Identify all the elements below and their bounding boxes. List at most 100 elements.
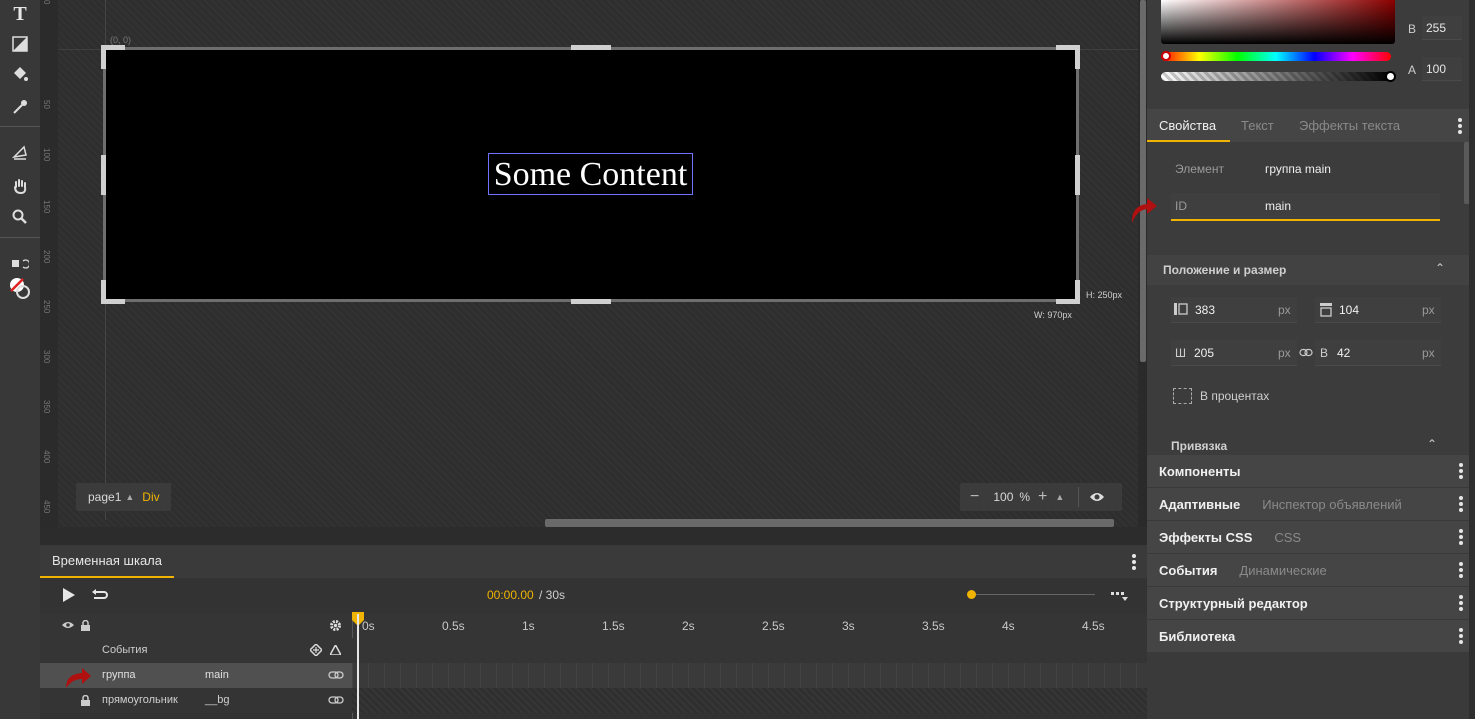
zoom-control: − 100 % + ▲	[960, 483, 1122, 511]
section-components[interactable]: Компоненты	[1147, 455, 1469, 488]
section-secondary-tab[interactable]: Динамические	[1239, 563, 1326, 578]
width-value[interactable]: 205	[1194, 346, 1214, 360]
track-rect[interactable]	[352, 688, 1147, 713]
timeline-zoom-slider[interactable]	[970, 594, 1095, 595]
tab-timeline[interactable]: Временная шкала	[40, 545, 174, 578]
chevron-up-icon[interactable]: ⌃	[1435, 261, 1445, 275]
lock-icon[interactable]	[81, 620, 90, 631]
section-library[interactable]: Библиотека	[1147, 620, 1469, 653]
text-icon[interactable]: T	[8, 2, 32, 26]
section-menu-icon[interactable]	[1459, 562, 1463, 578]
hue-slider[interactable]	[1161, 52, 1391, 61]
properties-menu-icon[interactable]	[1458, 118, 1462, 134]
page-name: page1	[88, 490, 122, 504]
visibility-eye-icon[interactable]	[62, 620, 74, 630]
gradient-icon[interactable]	[8, 32, 32, 56]
section-events[interactable]: События Динамические	[1147, 554, 1469, 587]
link-icon[interactable]	[328, 670, 344, 680]
playhead-line[interactable]	[357, 614, 359, 719]
no-fill-icon[interactable]	[8, 276, 32, 300]
eyedropper-icon[interactable]	[8, 95, 32, 119]
width-unit: px	[1278, 346, 1291, 360]
ruler-tick: 350	[42, 400, 51, 414]
section-structure-editor[interactable]: Структурный редактор	[1147, 587, 1469, 620]
content-text-element[interactable]: Some Content	[488, 153, 693, 195]
resize-handle-top-left[interactable]	[101, 45, 106, 69]
tab-text-effects[interactable]: Эффекты текста	[1299, 118, 1400, 133]
id-label: ID	[1175, 199, 1187, 213]
page-selector[interactable]: page1 ▲ Div	[76, 483, 171, 511]
updown-icon[interactable]: ▲	[1055, 492, 1064, 502]
id-field[interactable]	[1171, 193, 1440, 221]
time-tick: 1.5s	[602, 619, 625, 633]
panel-empty-area	[1147, 653, 1469, 719]
row-label: прямоугольник	[102, 694, 178, 706]
resize-handle-top[interactable]	[571, 45, 611, 50]
tab-text[interactable]: Текст	[1241, 118, 1274, 133]
play-icon[interactable]	[62, 588, 76, 602]
link-icon[interactable]	[328, 695, 344, 705]
track-group[interactable]	[352, 663, 1147, 688]
link-proportions-icon[interactable]	[1299, 348, 1313, 357]
zoom-icon[interactable]	[8, 205, 32, 229]
zoom-value[interactable]: 100	[993, 490, 1013, 504]
zoom-in-button[interactable]: +	[1038, 488, 1047, 506]
section-menu-icon[interactable]	[1459, 463, 1463, 479]
resize-handle-right[interactable]	[1075, 155, 1080, 195]
add-keyframe-icon[interactable]	[310, 644, 322, 656]
event-triangle-icon[interactable]	[330, 645, 341, 655]
active-tab-indicator	[1147, 140, 1230, 142]
timeline-options-icon[interactable]	[1110, 590, 1128, 602]
section-adaptive[interactable]: Адаптивные Инспектор объявлений	[1147, 488, 1469, 521]
timeline-ruler	[40, 614, 1147, 638]
height-value[interactable]: 42	[1337, 346, 1350, 360]
timeline-row-events[interactable]	[40, 638, 1147, 664]
eye-icon[interactable]	[1089, 491, 1105, 503]
element-label: Элемент	[1175, 162, 1224, 176]
hand-icon[interactable]	[8, 174, 32, 198]
ruler-tick: 0	[42, 0, 51, 5]
resize-handle-bottom[interactable]	[571, 299, 611, 304]
resize-handle-bottom-right[interactable]	[1075, 280, 1080, 304]
lock-icon[interactable]	[81, 695, 90, 706]
id-value[interactable]: main	[1265, 199, 1291, 213]
horizontal-scroll-thumb[interactable]	[545, 519, 1114, 527]
paint-bucket-icon[interactable]	[8, 62, 32, 86]
alpha-slider[interactable]	[1161, 72, 1391, 81]
ruler-tick: 400	[42, 450, 51, 464]
zoom-out-button[interactable]: −	[970, 488, 979, 506]
x-value[interactable]: 383	[1195, 303, 1215, 317]
section-secondary-tab[interactable]: CSS	[1274, 530, 1301, 545]
tab-properties[interactable]: Свойства	[1159, 118, 1216, 133]
y-unit: px	[1422, 303, 1435, 317]
row-label: группа	[102, 669, 136, 681]
color-saturation-area[interactable]	[1161, 0, 1395, 44]
section-css-effects[interactable]: Эффекты CSS CSS	[1147, 521, 1469, 554]
ruler-tick: 200	[42, 250, 51, 264]
time-tick: 2.5s	[762, 619, 785, 633]
resize-handle-bottom-left[interactable]	[101, 280, 106, 304]
swap-colors-icon[interactable]	[8, 252, 32, 276]
ruler-tick: 300	[42, 350, 51, 364]
chevron-up-icon[interactable]: ⌃	[1427, 437, 1437, 451]
timeline-zoom-handle[interactable]	[967, 590, 976, 599]
percent-toggle-icon[interactable]	[1173, 388, 1192, 404]
resize-handle-left[interactable]	[101, 155, 106, 195]
y-value[interactable]: 104	[1339, 303, 1359, 317]
binding-section-title[interactable]: Привязка	[1171, 439, 1227, 453]
timeline-settings-gear-icon[interactable]	[329, 619, 342, 632]
timeline-menu-icon[interactable]	[1132, 554, 1136, 570]
transform-icon[interactable]	[8, 141, 32, 165]
section-menu-icon[interactable]	[1459, 595, 1463, 611]
section-menu-icon[interactable]	[1459, 496, 1463, 512]
b-value-field[interactable]: 255	[1422, 16, 1462, 40]
a-value-field[interactable]: 100	[1422, 57, 1462, 81]
hue-handle[interactable]	[1161, 51, 1171, 61]
section-menu-icon[interactable]	[1459, 529, 1463, 545]
section-menu-icon[interactable]	[1459, 628, 1463, 644]
loop-icon[interactable]	[90, 588, 110, 602]
section-secondary-tab[interactable]: Инспектор объявлений	[1262, 497, 1402, 512]
vertical-scroll-thumb[interactable]	[1140, 0, 1146, 362]
resize-handle-top-right[interactable]	[1075, 45, 1080, 69]
alpha-handle[interactable]	[1385, 71, 1396, 82]
